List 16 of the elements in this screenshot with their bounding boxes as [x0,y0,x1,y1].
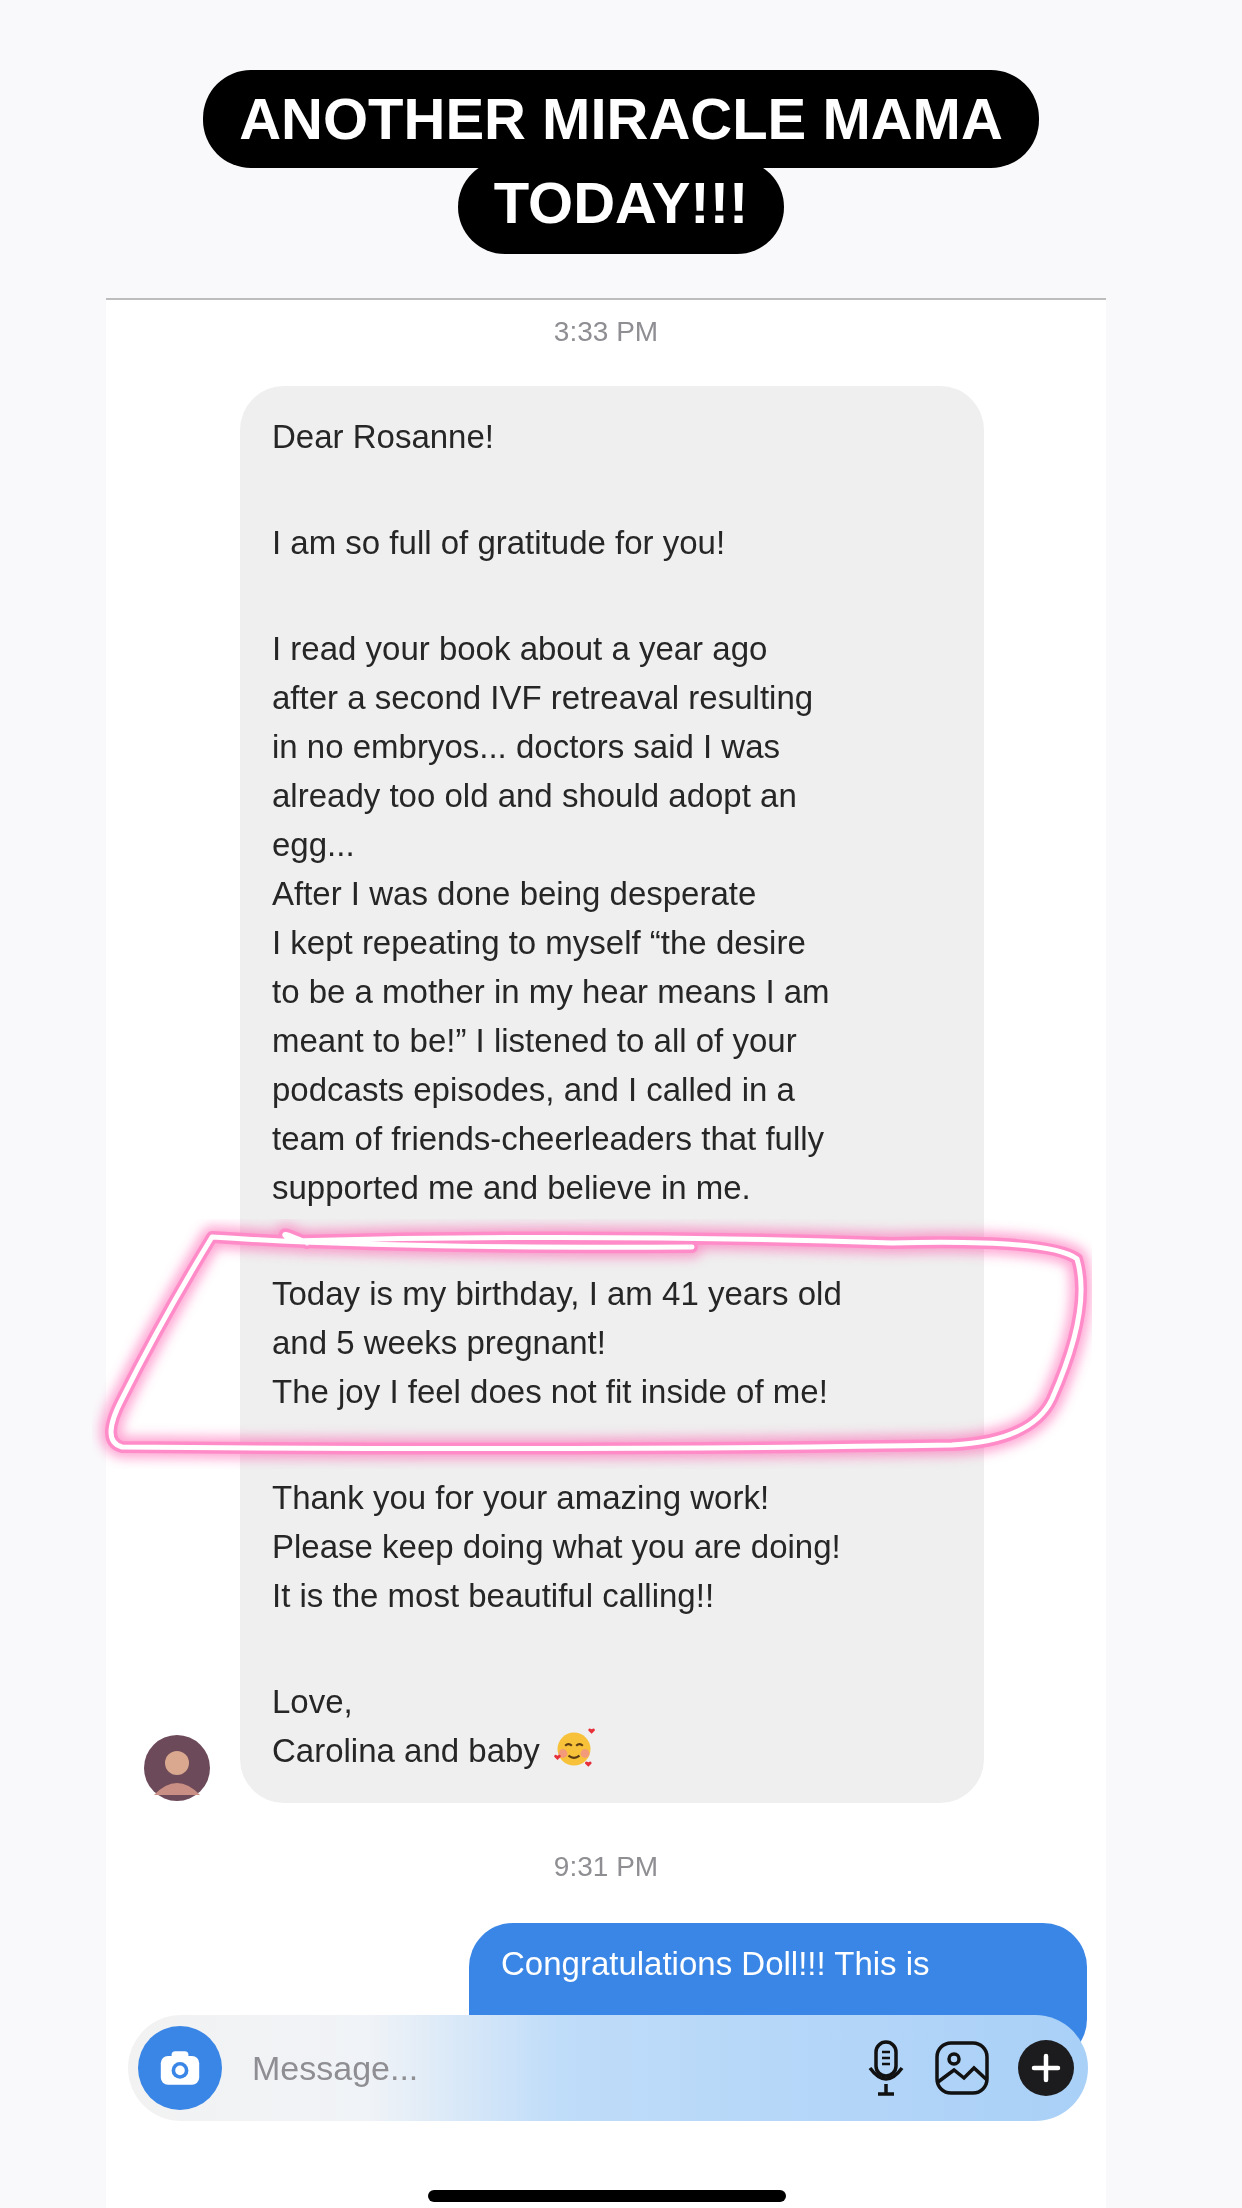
message-text: Congratulations Doll!!! This is [501,1944,931,1984]
message-text: Love, Carolina and baby [272,1683,540,1769]
message-text: Dear Rosanne! [272,418,494,455]
message-text: Today is my birthday, I am 41 years old and 5 weeks pregnant! The joy I feel does not fit inside of me! [272,1275,842,1410]
message-text: Thank you for your amazing work! Please keep doing what you are doing! It is the most beautiful calling!! [272,1479,841,1614]
microphone-icon[interactable] [866,2040,906,2096]
add-icon[interactable] [1018,2040,1074,2096]
timestamp: 3:33 PM [552,316,660,348]
camera-button[interactable] [138,2026,222,2110]
message-field[interactable]: Message... [250,2047,838,2089]
caption-text: ANOTHER MIRACLE MAMA [203,70,1039,168]
timestamp: 9:31 PM [552,1851,660,1883]
image-icon[interactable] [934,2040,990,2096]
avatar [144,1735,210,1801]
message-text: I read your book about a year ago after a second IVF retreaval resulting in no embryos... doctors said I was already too old and should adopt an egg... After I was done being desperate I kept repeating to myself “the desire to be a mother in my hear means I am meant to be!” I listened to all of your podcasts episodes, and I called in a team of friends-cheerleaders that fully supported me and believe in me. [272,630,830,1206]
message-text: I am so full of gratitude for you! [272,524,726,561]
